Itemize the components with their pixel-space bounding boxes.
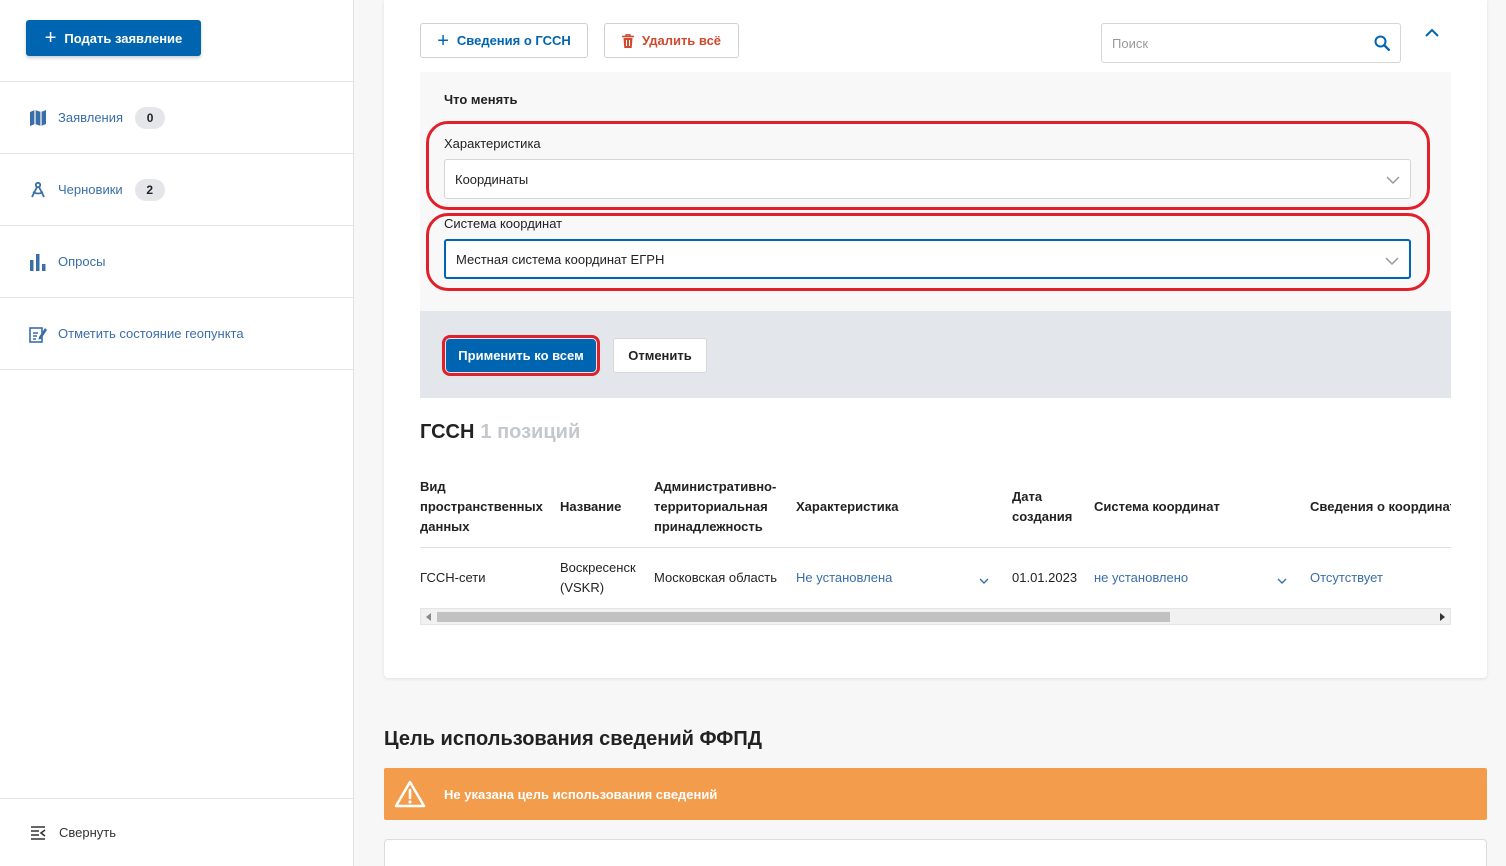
cell-characteristic-select[interactable]: Не установлена — [796, 558, 892, 598]
collapse-label: Свернуть — [59, 825, 117, 840]
coord-system-value: Местная система координат ЕГРН — [456, 251, 665, 267]
sidebar: + Подать заявление Заявления 0 Черновики… — [0, 0, 354, 866]
sidebar-item-drafts[interactable]: Черновики 2 — [0, 154, 353, 226]
edit-note-icon — [29, 325, 47, 343]
chevron-down-icon — [1386, 173, 1400, 188]
bar-chart-icon — [29, 253, 47, 271]
submit-application-button[interactable]: + Подать заявление — [26, 20, 201, 56]
chevron-up-icon[interactable] — [1424, 26, 1440, 40]
add-gssn-label: Сведения о ГССН — [456, 33, 571, 48]
delete-all-button[interactable]: Удалить всё — [604, 23, 739, 58]
search-box — [1101, 23, 1401, 63]
add-gssn-button[interactable]: + Сведения о ГССН — [420, 23, 588, 58]
gssn-card: + Сведения о ГССН Удалить всё Что менять… — [384, 0, 1487, 678]
search-input[interactable] — [1112, 35, 1374, 51]
apply-to-all-button[interactable]: Применить ко всем — [446, 339, 596, 372]
coord-system-label: Система координат — [444, 216, 563, 231]
characteristic-select[interactable]: Координаты — [444, 159, 1411, 199]
collapse-menu-icon — [30, 825, 46, 840]
column-header-type: Вид пространственных данных — [420, 479, 543, 534]
column-header-coord-info: Сведения о координатах — [1310, 499, 1451, 514]
gssn-count: 1 позиций — [480, 421, 581, 443]
cell-coord-system-select[interactable]: не установлено — [1094, 558, 1188, 598]
cell-created: 01.01.2023 — [1012, 570, 1078, 585]
sidebar-item-label: Черновики — [58, 182, 123, 197]
trash-icon — [621, 33, 634, 48]
chevron-down-icon[interactable] — [1277, 573, 1287, 588]
sidebar-item-label: Отметить состояние геопункта — [58, 326, 244, 341]
chevron-down-icon[interactable] — [979, 573, 989, 588]
purpose-warning: Не указана цель использования сведений — [384, 768, 1487, 820]
header-divider — [420, 547, 1451, 548]
column-header-name: Название — [560, 499, 622, 514]
scrollbar-thumb[interactable] — [437, 612, 1170, 622]
sidebar-item-applications[interactable]: Заявления 0 — [0, 82, 353, 154]
cell-coord-info[interactable]: Отсутствует — [1310, 558, 1383, 598]
gssn-table: Вид пространственных данных Название Адм… — [420, 470, 1451, 606]
table-horizontal-scrollbar[interactable] — [420, 608, 1451, 625]
scroll-right-arrow-icon[interactable] — [1440, 613, 1445, 621]
purpose-title: Цель использования сведений ФФПД — [384, 728, 762, 750]
change-panel-title: Что менять — [444, 92, 518, 107]
column-header-coord-system: Система координат — [1094, 499, 1220, 514]
count-badge: 0 — [135, 106, 166, 129]
plus-icon: + — [44, 27, 57, 49]
cell-admin: Московская область — [654, 570, 778, 585]
cancel-button[interactable]: Отменить — [613, 338, 707, 373]
sidebar-item-label: Заявления — [58, 110, 124, 125]
characteristic-value: Координаты — [455, 171, 529, 187]
purpose-card — [384, 839, 1487, 866]
collapse-sidebar-button[interactable]: Свернуть — [0, 798, 353, 866]
purpose-warning-text: Не указана цель использования сведений — [444, 786, 718, 802]
submit-application-label: Подать заявление — [64, 30, 183, 46]
delete-all-label: Удалить всё — [641, 33, 722, 48]
change-panel-footer: Применить ко всем Отменить — [420, 311, 1451, 398]
coord-system-select[interactable]: Местная система координат ЕГРН — [444, 239, 1411, 279]
cell-type: ГССН-сети — [420, 570, 486, 585]
warning-icon — [394, 780, 426, 808]
sidebar-item-surveys[interactable]: Опросы — [0, 226, 353, 298]
search-icon[interactable] — [1374, 35, 1390, 51]
sidebar-header: + Подать заявление — [0, 0, 353, 82]
chevron-down-icon — [1385, 254, 1399, 269]
count-badge: 2 — [134, 178, 165, 201]
map-icon — [29, 109, 47, 127]
sidebar-item-label: Опросы — [58, 254, 106, 269]
gssn-title: ГССН 1 позиций — [420, 421, 580, 444]
gssn-title-text: ГССН — [420, 421, 475, 443]
compass-icon — [29, 181, 47, 199]
cell-name: Воскресенск (VSKR) — [560, 560, 636, 595]
scroll-left-arrow-icon[interactable] — [426, 613, 431, 621]
column-header-characteristic: Характеристика — [796, 499, 899, 514]
characteristic-label: Характеристика — [444, 136, 541, 151]
column-header-created: Дата создания — [1012, 489, 1073, 524]
column-header-admin: Административно- территориальная принадл… — [654, 479, 777, 534]
sidebar-item-mark-geopoint[interactable]: Отметить состояние геопункта — [0, 298, 353, 370]
change-panel: Что менять Характеристика Координаты Сис… — [420, 72, 1451, 398]
plus-icon: + — [437, 29, 449, 52]
